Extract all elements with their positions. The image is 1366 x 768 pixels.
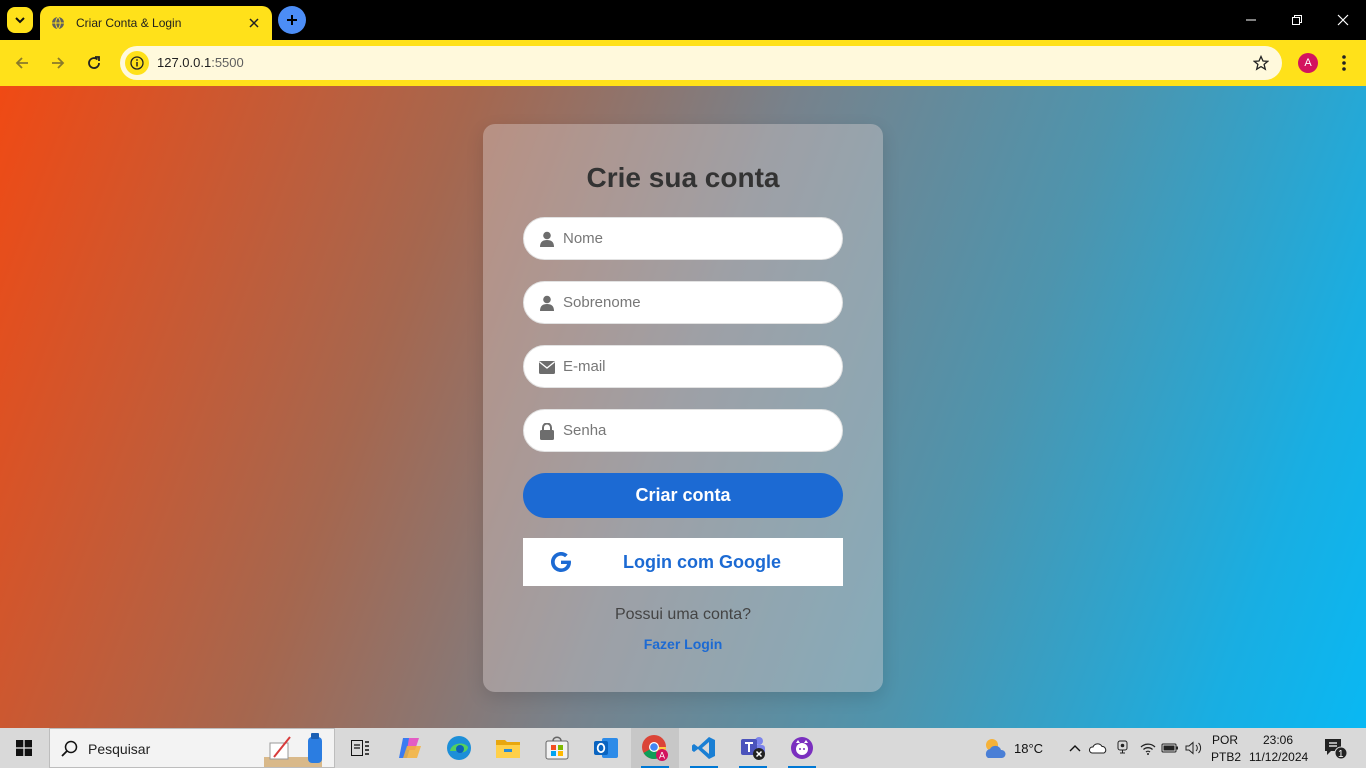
edge-app[interactable] xyxy=(435,728,483,768)
clock-time[interactable]: 23:06 xyxy=(1263,733,1293,747)
restore-icon xyxy=(1292,15,1302,25)
keyboard-layout[interactable]: PTB2 xyxy=(1211,750,1241,764)
url-text: 127.0.0.1:5500 xyxy=(157,55,244,70)
minimize-icon xyxy=(1246,19,1256,21)
plus-icon xyxy=(287,15,297,25)
page-title: Crie sua conta xyxy=(586,162,780,193)
back-arrow-icon xyxy=(15,57,28,69)
github-desktop-app[interactable] xyxy=(778,728,826,768)
has-account-text: Possui uma conta? xyxy=(614,606,752,623)
profile-avatar[interactable]: A xyxy=(1298,53,1318,73)
taskbar-search[interactable]: Pesquisar xyxy=(49,728,335,768)
login-link[interactable]: Fazer Login xyxy=(483,636,883,652)
bookmark-star-icon[interactable] xyxy=(1252,54,1270,72)
reload-button[interactable] xyxy=(78,47,110,79)
copilot-app[interactable] xyxy=(386,728,434,768)
onedrive-cloud-icon[interactable] xyxy=(1089,739,1107,757)
weather-icon[interactable] xyxy=(982,736,1008,760)
show-hidden-icons-chevron-up-icon[interactable] xyxy=(1066,739,1084,757)
google-icon xyxy=(551,552,571,572)
password-input[interactable] xyxy=(563,410,833,451)
chrome-icon: A xyxy=(642,735,668,761)
back-button[interactable] xyxy=(6,47,38,79)
taskbar: Pesquisar A 18°C POR PTB2 23:06 11/12/20… xyxy=(0,728,1366,768)
github-desktop-icon xyxy=(791,737,813,759)
store-app[interactable] xyxy=(533,728,581,768)
browser-menu-button[interactable] xyxy=(1332,50,1356,76)
store-icon xyxy=(545,736,569,760)
lock-icon xyxy=(538,422,556,440)
outlook-app[interactable] xyxy=(582,728,630,768)
email-field[interactable] xyxy=(523,345,843,388)
tab-search-button[interactable] xyxy=(7,7,33,33)
envelope-icon xyxy=(538,358,556,376)
browser-toolbar: 127.0.0.1:5500 xyxy=(0,40,1366,86)
create-account-button[interactable]: Criar conta xyxy=(523,473,843,518)
tab-title: Criar Conta & Login xyxy=(76,16,182,30)
battery-icon[interactable] xyxy=(1161,739,1179,757)
signup-card: Crie sua conta Criar conta xyxy=(483,124,883,692)
globe-icon xyxy=(50,15,66,31)
file-explorer-app[interactable] xyxy=(484,728,532,768)
volume-icon[interactable] xyxy=(1185,739,1203,757)
outlook-icon xyxy=(594,738,618,758)
search-placeholder: Pesquisar xyxy=(88,741,151,757)
chevron-down-icon xyxy=(15,17,25,24)
edge-icon xyxy=(447,736,471,760)
svg-text:A: A xyxy=(659,751,665,761)
copilot-icon xyxy=(399,738,421,758)
search-icon xyxy=(61,740,78,757)
file-explorer-icon xyxy=(496,740,520,758)
name-input[interactable] xyxy=(563,218,833,259)
minimize-button[interactable] xyxy=(1228,0,1274,40)
forward-button[interactable] xyxy=(42,47,74,79)
teams-app[interactable] xyxy=(729,728,777,768)
close-window-button[interactable] xyxy=(1320,0,1366,40)
task-view-icon xyxy=(351,740,369,756)
url-port: :5500 xyxy=(211,55,244,70)
close-icon xyxy=(1337,14,1349,26)
email-input[interactable] xyxy=(563,346,833,387)
weather-temp[interactable]: 18°C xyxy=(1014,741,1043,756)
surname-field[interactable] xyxy=(523,281,843,324)
user-icon xyxy=(538,294,556,312)
reload-icon xyxy=(88,56,100,69)
restore-button[interactable] xyxy=(1274,0,1320,40)
teams-icon xyxy=(741,737,765,760)
page-background: Crie sua conta Criar conta xyxy=(0,86,1366,728)
url-host: 127.0.0.1 xyxy=(157,55,212,70)
google-login-button[interactable]: Login com Google xyxy=(523,538,843,586)
wifi-icon[interactable] xyxy=(1139,739,1157,757)
address-bar[interactable]: 127.0.0.1:5500 xyxy=(120,46,1282,80)
chrome-app[interactable]: A xyxy=(631,728,679,768)
close-tab-icon[interactable] xyxy=(246,15,262,31)
surname-input[interactable] xyxy=(563,282,833,323)
start-button[interactable] xyxy=(0,728,48,768)
vscode-app[interactable] xyxy=(680,728,728,768)
password-field[interactable] xyxy=(523,409,843,452)
new-tab-button[interactable] xyxy=(278,6,306,34)
google-login-label: Login com Google xyxy=(623,552,781,572)
notification-count: 1 xyxy=(1338,749,1344,760)
input-language[interactable]: POR xyxy=(1212,733,1238,747)
task-view-button[interactable] xyxy=(336,728,384,768)
clock-date[interactable]: 11/12/2024 xyxy=(1249,750,1308,764)
forward-arrow-icon xyxy=(52,57,65,69)
vscode-icon xyxy=(692,737,715,759)
tab-active[interactable]: Criar Conta & Login xyxy=(40,6,272,40)
user-icon xyxy=(538,230,556,248)
notifications-icon[interactable] xyxy=(1324,738,1348,760)
name-field[interactable] xyxy=(523,217,843,260)
site-info-icon[interactable] xyxy=(125,51,149,75)
windows-icon xyxy=(16,740,32,756)
tab-strip: Criar Conta & Login xyxy=(0,0,1366,40)
camera-privacy-icon[interactable] xyxy=(1114,739,1132,757)
search-highlight-illustration-icon xyxy=(264,733,322,767)
more-vertical-icon xyxy=(1342,55,1346,71)
